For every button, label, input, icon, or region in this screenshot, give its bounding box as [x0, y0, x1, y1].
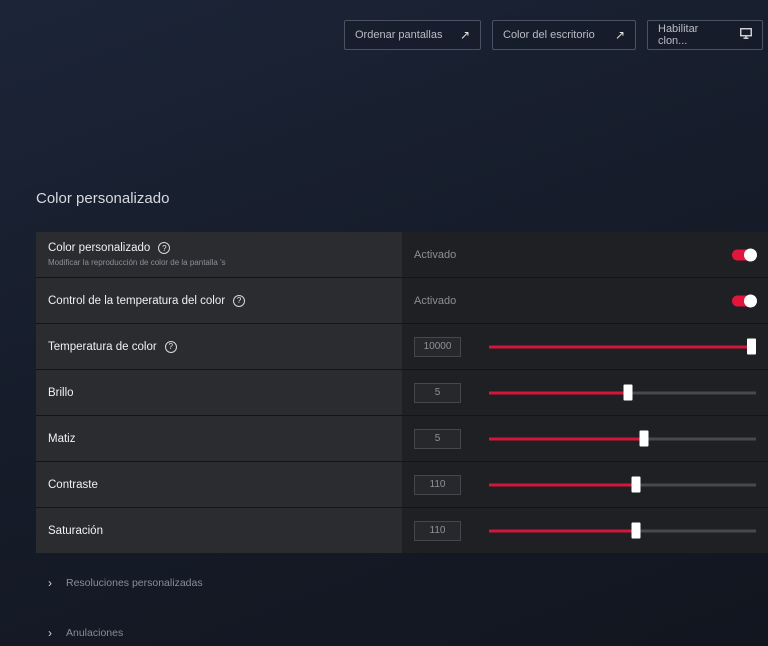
color-personalizado-toggle[interactable] [732, 248, 757, 261]
toggle-knob [744, 294, 757, 307]
habilitar-clon-label: Habilitar clon... [658, 23, 699, 47]
slider-fill [489, 437, 644, 440]
saturacion-value-field[interactable]: 110 [414, 520, 461, 541]
row-matiz: Matiz 5 [36, 416, 768, 462]
top-toolbar: Ordenar pantallas ↗ Color del escritorio… [344, 20, 763, 50]
row-sublabel: Modificar la reproducción de color de la… [48, 258, 226, 267]
monitor-icon [740, 28, 752, 42]
row-temperatura-color: Temperatura de color? 10000 [36, 324, 768, 370]
row-saturacion: Saturación 110 [36, 508, 768, 553]
row-color-personalizado: Color personalizado? Modificar la reprod… [36, 232, 768, 278]
toggle-knob [744, 248, 757, 261]
matiz-slider[interactable] [489, 430, 756, 447]
status-text: Activado [414, 294, 457, 307]
slider-fill [489, 391, 628, 394]
expander-label: Resoluciones personalizadas [66, 577, 203, 589]
slider-thumb[interactable] [631, 522, 641, 539]
contraste-value-field[interactable]: 110 [414, 474, 461, 495]
slider-fill [489, 483, 636, 486]
ordenar-pantallas-button[interactable]: Ordenar pantallas ↗ [344, 20, 481, 50]
row-label: Matiz [48, 432, 76, 445]
row-label: Color personalizado [48, 242, 151, 254]
chevron-right-icon: › [48, 576, 52, 590]
expander-resoluciones[interactable]: › Resoluciones personalizadas [48, 576, 203, 590]
control-temperatura-toggle[interactable] [732, 294, 757, 307]
row-label: Control de la temperatura del color [48, 294, 226, 307]
row-label: Saturación [48, 524, 103, 537]
row-contraste: Contraste 110 [36, 462, 768, 508]
contraste-slider[interactable] [489, 476, 756, 493]
color-escritorio-button[interactable]: Color del escritorio ↗ [492, 20, 636, 50]
slider-fill [489, 345, 756, 348]
status-text: Activado [414, 248, 457, 261]
color-settings-panel: Color personalizado? Modificar la reprod… [36, 232, 768, 553]
help-icon[interactable]: ? [164, 340, 177, 353]
saturacion-slider[interactable] [489, 522, 756, 539]
slider-thumb[interactable] [623, 384, 633, 401]
slider-thumb[interactable] [639, 430, 649, 447]
temperatura-value-field[interactable]: 10000 [414, 336, 461, 357]
row-label: Temperatura de color [48, 340, 157, 353]
row-label: Contraste [48, 478, 98, 491]
slider-thumb[interactable] [747, 338, 756, 355]
matiz-value-field[interactable]: 5 [414, 428, 461, 449]
slider-thumb[interactable] [631, 476, 641, 493]
expander-anulaciones[interactable]: › Anulaciones [48, 626, 123, 640]
color-escritorio-label: Color del escritorio [503, 29, 595, 41]
help-icon[interactable]: ? [233, 294, 246, 307]
chevron-right-icon: › [48, 626, 52, 640]
expander-label: Anulaciones [66, 627, 124, 639]
row-control-temperatura: Control de la temperatura del color? Act… [36, 278, 768, 324]
ordenar-pantallas-label: Ordenar pantallas [355, 29, 443, 41]
row-label: Brillo [48, 386, 74, 399]
external-link-icon: ↗ [614, 28, 625, 42]
habilitar-clon-button[interactable]: Habilitar clon... [647, 20, 763, 50]
external-link-icon: ↗ [459, 28, 470, 42]
section-title: Color personalizado [36, 190, 170, 207]
help-icon[interactable]: ? [158, 242, 171, 254]
brillo-value-field[interactable]: 5 [414, 382, 461, 403]
brillo-slider[interactable] [489, 384, 756, 401]
slider-fill [489, 529, 636, 532]
temperatura-slider[interactable] [489, 338, 756, 355]
row-brillo: Brillo 5 [36, 370, 768, 416]
